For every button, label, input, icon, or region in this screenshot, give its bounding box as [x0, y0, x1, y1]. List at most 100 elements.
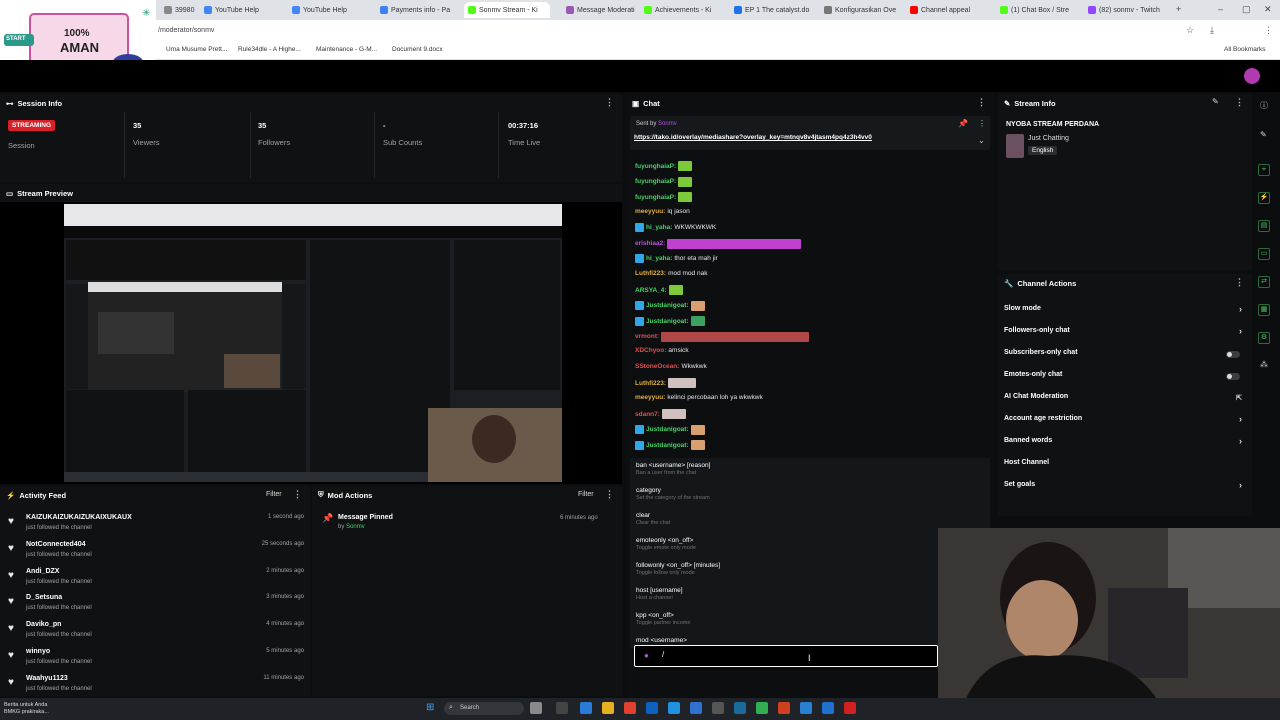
chat-message[interactable]: meeyyuu: iq jason [635, 208, 690, 215]
channel-action-item[interactable]: Account age restriction › [1004, 414, 1242, 429]
chevron-right-icon[interactable]: › [1239, 414, 1242, 424]
command-suggestion[interactable]: category Set the category of the stream [636, 487, 986, 501]
layout-icon[interactable]: ▦ [1258, 304, 1270, 316]
command-suggestion[interactable]: mod <username> [636, 637, 986, 645]
more-options-icon[interactable]: ⋮ [1235, 97, 1244, 108]
more-options-icon[interactable]: ⋮ [977, 97, 986, 108]
command-suggestion[interactable]: kpp <on_off> Toggle partner income [636, 612, 986, 626]
more-options-icon[interactable]: ⋮ [605, 489, 614, 500]
lightning-icon[interactable]: ⚡ [1258, 192, 1270, 204]
chat-message[interactable]: meeyyuu: kelinci percobaan loh ya wkwkwk [635, 394, 763, 401]
follower-name[interactable]: Andi_DZX [26, 568, 59, 575]
chat-username[interactable]: vrmont: [635, 333, 659, 340]
mic-icon[interactable]: ● [644, 651, 649, 660]
share-icon[interactable]: ⇄ [1258, 276, 1270, 288]
stream-preview-video[interactable] [64, 204, 562, 482]
chat-message[interactable]: fuyunghaiaP: [635, 176, 693, 187]
channel-action-item[interactable]: Slow mode › [1004, 304, 1242, 319]
chevron-right-icon[interactable]: › [1239, 480, 1242, 490]
avatar[interactable] [1244, 68, 1260, 84]
browser-tab[interactable]: EP 1 The catalyst.do [730, 2, 816, 18]
chevron-down-icon[interactable]: ⌄ [978, 136, 985, 145]
chrome-icon[interactable] [624, 702, 636, 714]
chat-username[interactable]: fuyunghaiaP: [635, 178, 676, 185]
filter-button[interactable]: Filter [266, 491, 282, 498]
browser-tab[interactable]: Sonmv Stream - Ki [464, 2, 550, 18]
browser-tab[interactable]: Konfigurasikan Ove [820, 2, 906, 18]
bookmark-item[interactable]: Maintenance - G-M... [316, 46, 377, 53]
follower-name[interactable]: winnyo [26, 648, 50, 655]
minimize-icon[interactable]: – [1218, 4, 1223, 14]
chevron-right-icon[interactable]: › [1239, 436, 1242, 446]
follower-name[interactable]: NotConnected404 [26, 541, 86, 548]
more-options-icon[interactable]: ⋮ [1235, 277, 1244, 288]
star-icon[interactable]: ☆ [1186, 25, 1194, 36]
all-bookmarks[interactable]: All Bookmarks [1224, 46, 1266, 53]
more-options-icon[interactable]: ⋮ [978, 119, 986, 128]
toggle-switch[interactable] [1226, 351, 1240, 358]
browser-tab[interactable]: (82) sonmv - Twitch [1084, 2, 1170, 18]
browser-tab[interactable]: Channel appeal [906, 2, 992, 18]
more-options-icon[interactable]: ⋮ [293, 489, 302, 500]
toggle-switch[interactable] [1226, 373, 1240, 380]
chevron-right-icon[interactable]: › [1239, 304, 1242, 314]
taskbar-app-icon[interactable] [800, 702, 812, 714]
chat-message[interactable]: SStoneOcean: Wkwkwk [635, 363, 707, 370]
chat-message[interactable]: hi_yaha: WKWKWKWK [635, 223, 716, 232]
chat-message[interactable]: Luthfi223: [635, 378, 697, 388]
taskbar-app-icon[interactable] [530, 702, 542, 714]
browser-tab[interactable]: (1) Chat Box / Stre [996, 2, 1082, 18]
mod-action-user[interactable]: Sonmv [346, 524, 365, 530]
chat-username[interactable]: Justdanigoat: [646, 426, 689, 433]
browser-tab[interactable]: Achievements - Ki [640, 2, 726, 18]
chat-message[interactable]: Justdanigoat: [635, 424, 705, 435]
bookmark-item[interactable]: Document 9.docx [392, 46, 443, 53]
close-icon[interactable]: ✕ [1264, 4, 1272, 15]
taskbar-app-icon[interactable] [756, 702, 768, 714]
url-text[interactable]: /moderator/sonmv [158, 27, 214, 34]
weather-widget[interactable]: Berita untuk Anda BMKG prakiraka... [4, 702, 49, 716]
apps-icon[interactable]: ⁂ [1260, 360, 1268, 369]
menu-icon[interactable]: ⋮ [1264, 25, 1273, 36]
bookmark-item[interactable]: Rule34dle - A Highe... [238, 46, 301, 53]
sidebar-tool-icon[interactable]: ⌖ [1258, 164, 1270, 176]
more-options-icon[interactable]: ⋮ [605, 97, 614, 108]
channel-action-item[interactable]: AI Chat Moderation ⇱ [1004, 393, 1242, 407]
command-suggestion[interactable]: clear Clear the chat [636, 512, 986, 526]
chat-message[interactable]: erishiaa2: [635, 238, 802, 249]
chat-input[interactable] [634, 645, 938, 667]
chat-bubble-icon[interactable]: ▭ [1258, 248, 1270, 260]
taskbar-search[interactable]: Search [444, 702, 524, 715]
chat-username[interactable]: erishiaa2: [635, 240, 665, 247]
bookmark-item[interactable]: Uma Musume Prett... [166, 46, 227, 53]
taskbar-app-icon[interactable] [646, 702, 658, 714]
obs-icon[interactable] [844, 702, 856, 714]
file-explorer-icon[interactable] [602, 702, 614, 714]
chat-username[interactable]: Justdanigoat: [646, 302, 689, 309]
command-suggestion[interactable]: followonly <on_off> [minutes] Toggle foll… [636, 562, 986, 576]
edit-icon[interactable]: ✎ [1212, 97, 1219, 106]
chat-input-value[interactable]: / [662, 650, 664, 659]
chat-message[interactable]: ARSYA_4: [635, 285, 683, 295]
chat-message[interactable]: sdann7: [635, 409, 686, 419]
browser-tab[interactable]: YouTube Help [288, 2, 374, 18]
chat-username[interactable]: Luthfi223: [635, 270, 666, 277]
edge-icon[interactable] [668, 702, 680, 714]
browser-tab[interactable]: Payments info - Pa [376, 2, 462, 18]
chevron-right-icon[interactable]: › [1239, 326, 1242, 336]
settings-icon[interactable]: ⚙ [1258, 332, 1270, 344]
chat-message[interactable]: fuyunghaiaP: [635, 192, 693, 202]
chat-message[interactable]: vrmont: [635, 331, 810, 342]
chat-username[interactable]: meeyyuu: [635, 208, 665, 215]
chat-message[interactable]: hi_yaha: thor eta mah jir [635, 254, 718, 263]
pinned-user[interactable]: Sonmv [658, 121, 677, 127]
chat-message[interactable]: Luthfi223: mod mod nak [635, 270, 707, 277]
follower-name[interactable]: Waahyu1123 [26, 675, 68, 682]
channel-action-item[interactable]: Banned words › [1004, 436, 1242, 451]
chat-username[interactable]: fuyunghaiaP: [635, 194, 676, 201]
follower-name[interactable]: Daviko_pn [26, 621, 61, 628]
chat-username[interactable]: fuyunghaiaP: [635, 163, 676, 170]
channel-action-item[interactable]: Host Channel [1004, 459, 1242, 473]
external-link-icon[interactable]: ⇱ [1236, 394, 1242, 402]
command-suggestion[interactable]: ban <username> [reason] Ban a user from t… [636, 462, 986, 476]
